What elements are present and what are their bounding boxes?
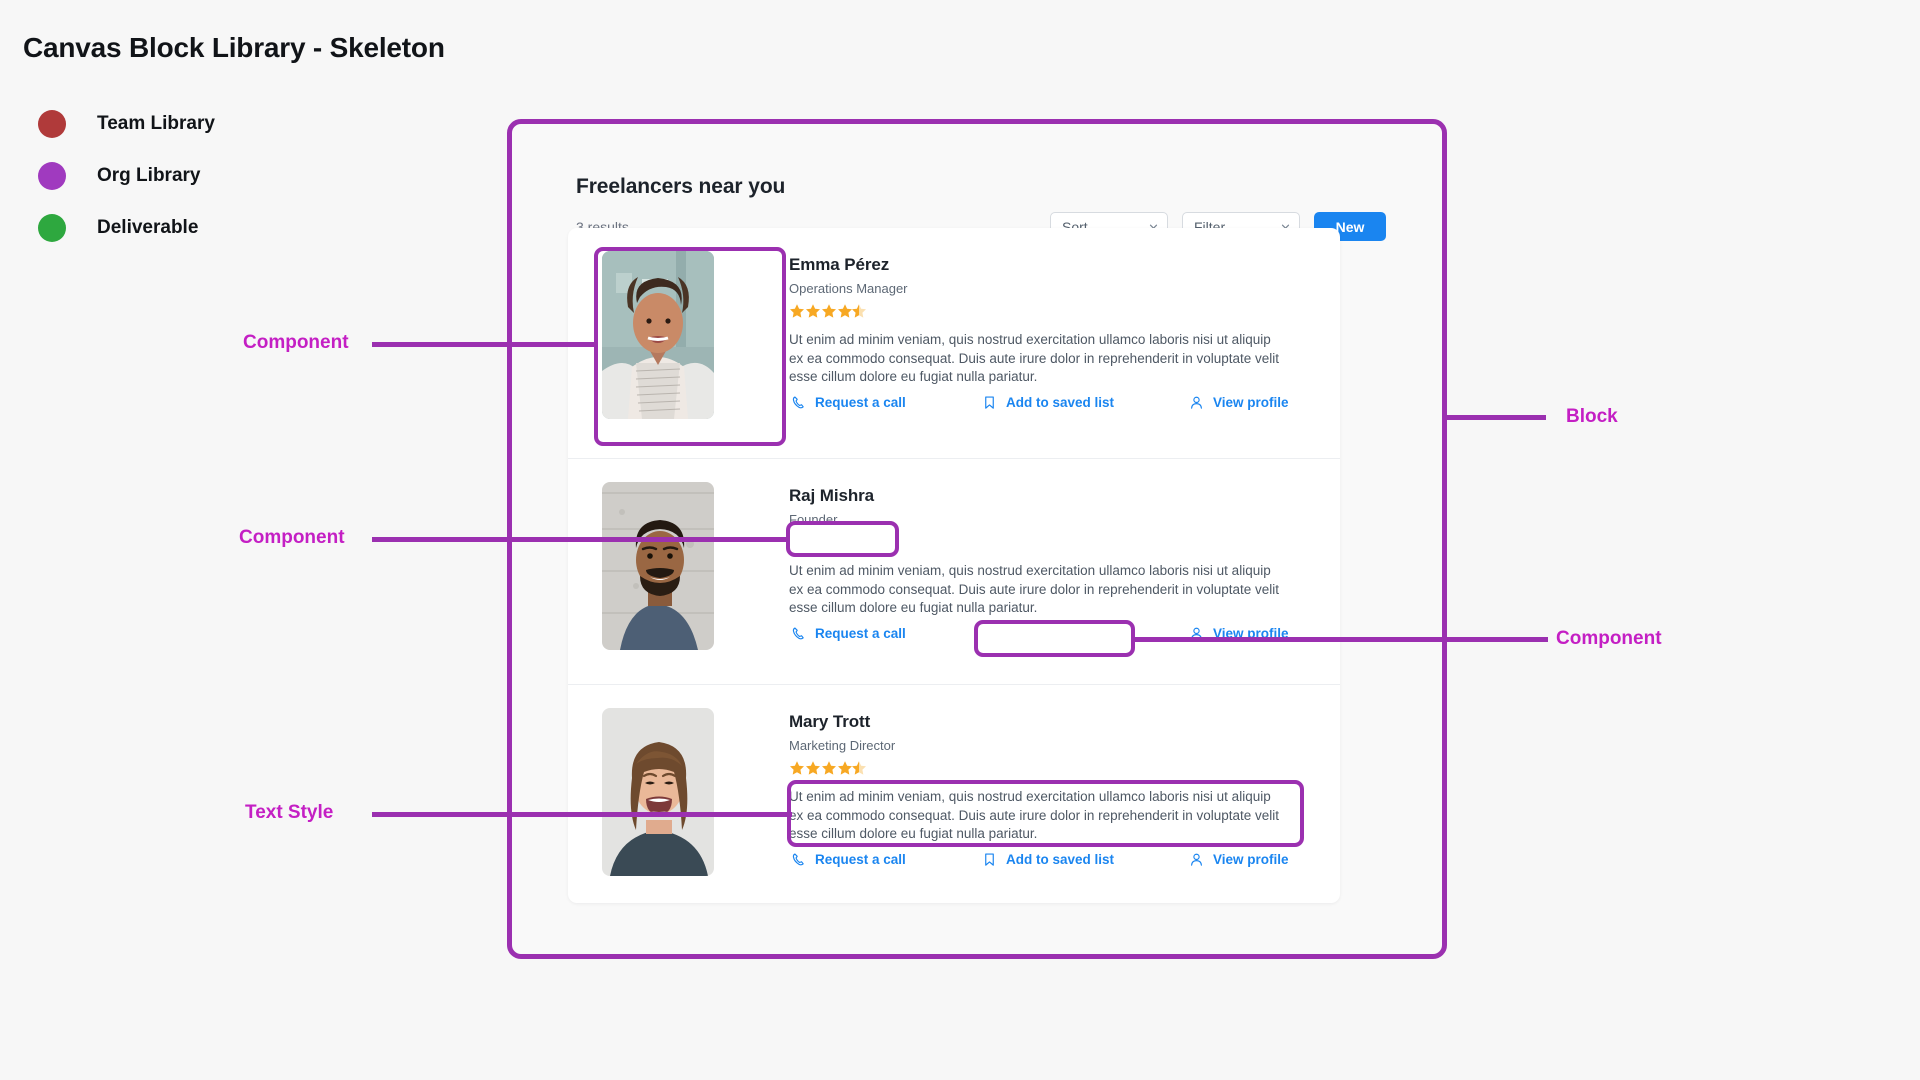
leader-line-component-rating [372,537,792,542]
annotation-mask-rating [790,524,895,554]
leader-line-component-photo [372,342,598,347]
annotation-mask-saved [978,624,1130,653]
canvas-page: Canvas Block Library - Skeleton Team Lib… [0,0,1920,1080]
annotation-label-text-style: Text Style [245,802,334,823]
leader-line-block [1447,415,1546,420]
highlight-box-description [787,780,1304,847]
highlight-box-photo [594,247,786,446]
annotation-overlay: Component Component Component Text Style… [0,0,1920,1080]
annotation-label-component-photo: Component [243,332,349,353]
annotation-label-component-rating: Component [239,527,345,548]
annotation-label-component-saved: Component [1556,628,1662,649]
annotation-label-block: Block [1566,406,1618,427]
leader-line-component-saved [1133,637,1548,642]
leader-line-text-style [372,812,792,817]
